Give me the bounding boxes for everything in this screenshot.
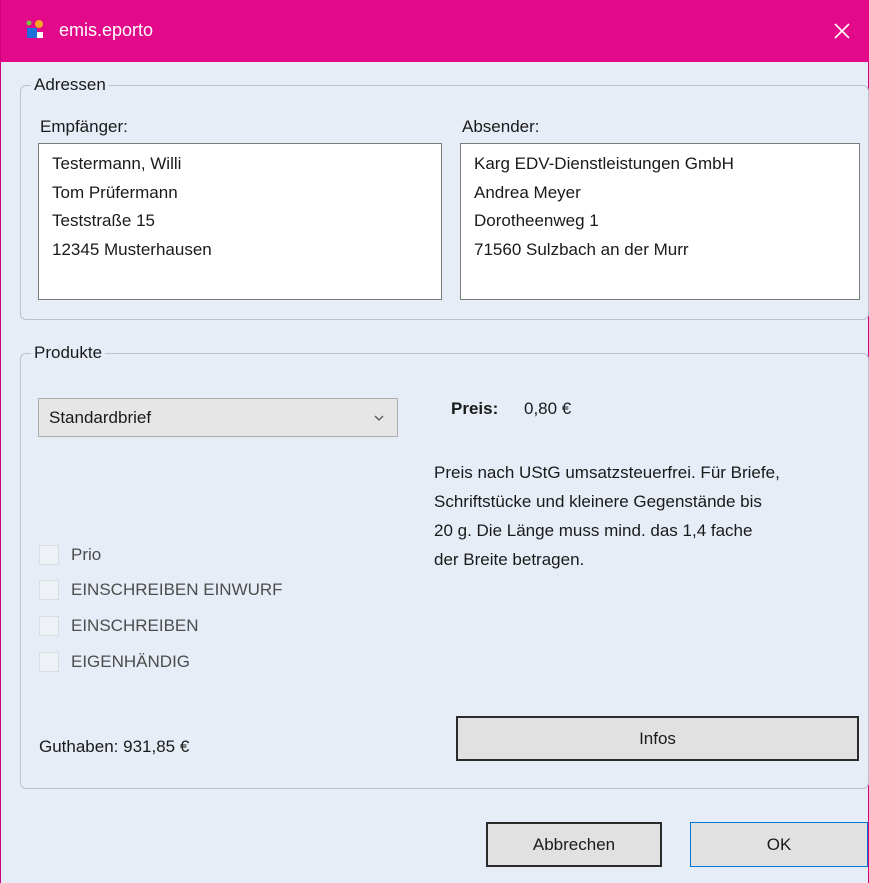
description-line: Schriftstücke und kleinere Gegenstände b… — [434, 492, 762, 511]
einschreiben-checkbox[interactable] — [39, 616, 59, 636]
close-button[interactable] — [814, 0, 869, 62]
infos-button[interactable]: Infos — [456, 716, 859, 761]
sender-label: Absender: — [462, 117, 540, 136]
description-line: 20 g. Die Länge muss mind. das 1,4 fache — [434, 521, 753, 540]
recipient-line: 12345 Musterhausen — [52, 239, 212, 259]
product-description: Preis nach UStG umsatzsteuerfrei. Für Br… — [434, 458, 859, 574]
recipient-label: Empfänger: — [40, 117, 128, 136]
option-prio[interactable]: Prio — [39, 543, 101, 567]
price-value: 0,80 € — [524, 399, 572, 418]
eigenhaendig-checkbox[interactable] — [39, 652, 59, 672]
product-select-value: Standardbrief — [49, 407, 152, 427]
sender-line: Andrea Meyer — [474, 182, 581, 202]
products-legend: Produkte — [34, 343, 103, 362]
option-eigenhaendig[interactable]: EIGENHÄNDIG — [39, 650, 190, 674]
sender-line: Karg EDV-Dienstleistungen GmbH — [474, 154, 734, 173]
ok-button[interactable]: OK — [690, 822, 868, 867]
chevron-down-icon — [374, 415, 384, 421]
recipient-address-box[interactable]: Testermann, Willi Tom Prüfermann Teststr… — [38, 143, 442, 300]
sender-line: 71560 Sulzbach an der Murr — [474, 239, 689, 259]
price-label: Preis: — [451, 399, 499, 418]
cancel-button[interactable]: Abbrechen — [486, 822, 662, 867]
option-einschreiben-einwurf[interactable]: EINSCHREIBEN EINWURF — [39, 578, 283, 602]
app-logo-icon — [26, 20, 43, 38]
credit-balance: Guthaben: 931,85 € — [39, 737, 190, 756]
addresses-legend: Adressen — [34, 75, 106, 94]
window-title: emis.eporto — [59, 20, 154, 40]
prio-checkbox[interactable] — [39, 545, 59, 565]
close-icon — [834, 23, 850, 39]
title-bar: emis.eporto — [1, 0, 869, 62]
eigenhaendig-label: EIGENHÄNDIG — [71, 652, 191, 671]
einschreiben-label: EINSCHREIBEN — [71, 616, 199, 635]
recipient-line: Tom Prüfermann — [52, 182, 178, 202]
description-line: Preis nach UStG umsatzsteuerfrei. Für Br… — [434, 463, 780, 482]
dialog-window: emis.eporto Adressen Empfänger: Testerma… — [0, 0, 869, 883]
recipient-line: Testermann, Willi — [52, 154, 182, 173]
prio-label: Prio — [71, 545, 102, 564]
option-einschreiben[interactable]: EINSCHREIBEN — [39, 614, 199, 638]
einschreiben-einwurf-checkbox[interactable] — [39, 580, 59, 600]
recipient-line: Teststraße 15 — [52, 211, 155, 230]
sender-line: Dorotheenweg 1 — [474, 211, 599, 230]
einschreiben-einwurf-label: EINSCHREIBEN EINWURF — [71, 580, 283, 599]
sender-address-box[interactable]: Karg EDV-Dienstleistungen GmbH Andrea Me… — [460, 143, 860, 300]
description-line: der Breite betragen. — [434, 550, 585, 569]
product-select[interactable]: Standardbrief — [38, 398, 398, 437]
